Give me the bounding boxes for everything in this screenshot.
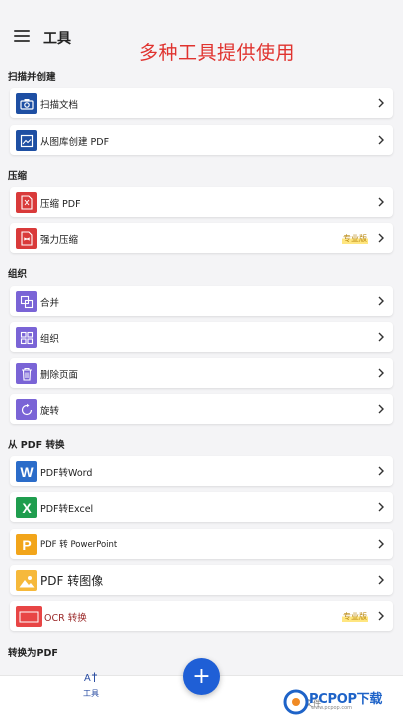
powerpoint-icon: P [16,534,37,555]
tool-label: 从图库创建 PDF [40,137,110,148]
chevron-right-icon [378,233,384,243]
tool-label: 组织 [40,334,60,345]
tool-label: PDF转Excel [40,504,94,515]
tool-gallery-to-pdf[interactable]: 从图库创建 PDF [10,125,393,155]
promo-text: 多种工具提供使用 [139,42,296,64]
chevron-right-icon [378,368,384,378]
add-fab-button[interactable]: + [183,658,220,695]
chevron-right-icon [378,332,384,342]
tool-label: 删除页面 [40,370,79,381]
image-icon [16,570,37,591]
pro-badge: 专业版 [342,233,368,244]
plus-icon: + [192,663,211,689]
chevron-right-icon [378,135,384,145]
tab-tools[interactable]: A 工具 [78,668,104,699]
trash-icon [16,363,37,384]
section-title-organize: 组织 [8,269,28,280]
chevron-right-icon [378,611,384,621]
organize-grid-icon [16,327,37,348]
chevron-right-icon [378,466,384,476]
tool-label: 合并 [40,298,60,309]
excel-icon: X [16,497,37,518]
chevron-right-icon [378,539,384,549]
svg-text:X: X [22,500,32,516]
tool-label: PDF 转 PowerPoint [40,540,118,550]
page-title: 工具 [43,31,71,47]
tools-icon: A [84,672,97,684]
tool-label: OCR 转换 [44,613,87,624]
tool-label: 扫描文档 [40,100,79,111]
word-icon: W [16,461,37,482]
section-title-scan: 扫描并创建 [8,72,56,83]
chevron-right-icon [378,197,384,207]
section-title-convert-to-pdf: 转换为PDF [8,648,58,659]
tool-ocr-convert[interactable]: OCR 转换 专业版 [10,601,393,631]
tool-compress-pdf[interactable]: 压缩 PDF [10,187,393,217]
svg-text:A: A [84,673,91,683]
tool-strong-compress[interactable]: 强力压缩 专业版 [10,223,393,253]
tool-merge[interactable]: 合并 [10,286,393,316]
compress-icon [16,192,37,213]
strong-compress-icon [16,228,37,249]
tool-label: 旋转 [40,406,60,417]
tool-label: PDF转Word [40,468,93,479]
svg-text:P: P [22,537,31,553]
gallery-pdf-icon [16,130,37,151]
tool-pdf-to-excel[interactable]: X PDF转Excel [10,492,393,522]
chevron-right-icon [378,575,384,585]
svg-text:W: W [20,464,34,480]
tool-pdf-to-image[interactable]: PDF 转图像 [10,565,393,595]
merge-icon [16,291,37,312]
section-title-convert-from-pdf: 从 PDF 转换 [8,440,65,451]
tool-scan-document[interactable]: 扫描文档 [10,88,393,118]
pro-badge: 专业版 [342,611,368,622]
chevron-right-icon [378,296,384,306]
tool-label: 压缩 PDF [40,199,81,210]
section-title-compress: 压缩 [8,171,28,182]
scan-camera-icon [16,93,37,114]
tab-tools-label: 工具 [83,689,99,698]
chevron-right-icon [378,404,384,414]
tool-rotate[interactable]: 旋转 [10,394,393,424]
rotate-icon [16,399,37,420]
top-bar: 工具 多种工具提供使用 [0,0,403,68]
tool-pdf-to-word[interactable]: W PDF转Word [10,456,393,486]
chevron-right-icon [378,502,384,512]
tool-label: 强力压缩 [40,235,79,246]
menu-icon[interactable] [14,30,30,42]
tool-label: PDF 转图像 [40,574,104,588]
tool-pdf-to-powerpoint[interactable]: P PDF 转 PowerPoint [10,529,393,559]
chevron-right-icon [378,98,384,108]
ocr-icon [16,606,42,627]
watermark-subtext: www.pcpop.com [311,705,352,711]
tool-organize[interactable]: 组织 [10,322,393,352]
tool-delete-pages[interactable]: 删除页面 [10,358,393,388]
